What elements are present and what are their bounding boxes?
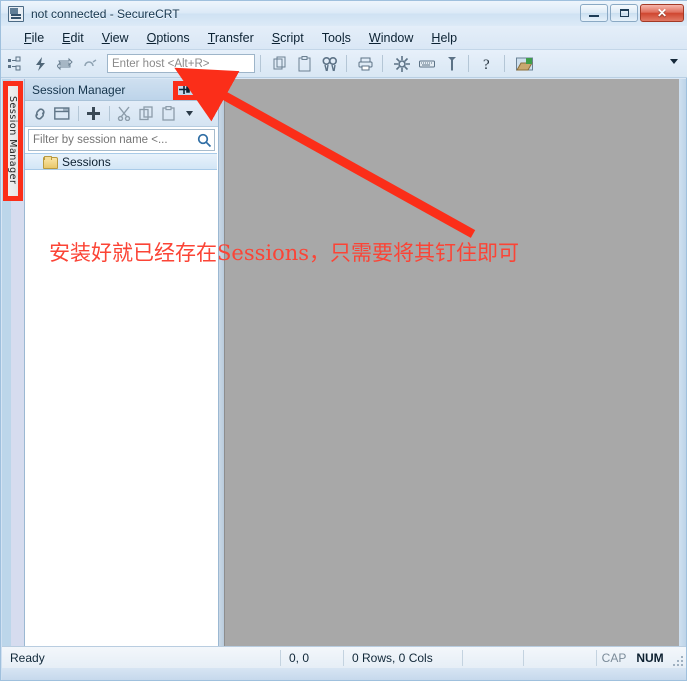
keymap-editor-icon[interactable] xyxy=(416,53,438,75)
status-cursor-position: 0, 0 xyxy=(289,650,310,665)
window-title: not connected - SecureCRT xyxy=(31,6,180,21)
clone-session-icon[interactable] xyxy=(269,53,291,75)
folder-icon xyxy=(43,155,58,169)
window-bottom-edge xyxy=(2,668,686,680)
tree-item-sessions[interactable]: Sessions xyxy=(25,153,217,170)
secure-file-transfer-icon[interactable] xyxy=(513,53,535,75)
search-icon[interactable] xyxy=(194,133,214,148)
cut-icon[interactable] xyxy=(114,104,134,124)
disconnect-icon[interactable] xyxy=(79,53,101,75)
resize-grip[interactable] xyxy=(671,654,683,666)
toolbar-divider xyxy=(260,55,261,72)
host-input[interactable]: Enter host <Alt+R> xyxy=(107,54,255,73)
panel-close-button[interactable] xyxy=(198,82,213,97)
new-session-icon[interactable] xyxy=(83,104,103,124)
status-dimensions: 0 Rows, 0 Cols xyxy=(352,650,433,665)
copy-icon[interactable] xyxy=(136,104,156,124)
session-manager-toolbar xyxy=(25,101,218,127)
session-manager-title: Session Manager xyxy=(32,82,126,97)
menu-help[interactable]: Help xyxy=(422,29,466,47)
key-icon[interactable] xyxy=(441,53,463,75)
session-options-icon[interactable] xyxy=(391,53,413,75)
session-filter-input[interactable] xyxy=(29,134,194,146)
connect-icon[interactable] xyxy=(30,104,50,124)
status-bar: Ready 0, 0 0 Rows, 0 Cols CAP NUM xyxy=(2,646,686,668)
menu-options[interactable]: Options xyxy=(138,29,199,47)
menu-transfer[interactable]: Transfer xyxy=(199,29,263,47)
session-filter-container[interactable] xyxy=(28,129,215,151)
toolbar-overflow-chevron-down-icon[interactable] xyxy=(670,59,678,64)
print-icon[interactable] xyxy=(355,53,377,75)
status-field-5 xyxy=(524,647,596,669)
more-icon[interactable] xyxy=(180,104,200,124)
status-num-indicator: NUM xyxy=(636,650,664,665)
connect-in-new-tab-icon[interactable] xyxy=(52,104,72,124)
maximize-button[interactable] xyxy=(610,4,638,22)
menu-tools[interactable]: Tools xyxy=(313,29,360,47)
menu-bar: File Edit View Options Transfer Script T… xyxy=(1,26,687,50)
toolbar-divider-4 xyxy=(468,55,469,72)
toolbar-divider-3 xyxy=(382,55,383,72)
close-button[interactable]: ✕ xyxy=(640,4,684,22)
pin-icon xyxy=(179,85,190,94)
menu-file[interactable]: File xyxy=(15,29,53,47)
status-ready: Ready xyxy=(10,650,45,665)
status-caps-indicator: CAP xyxy=(601,650,627,665)
sidebar-item-session-manager[interactable]: Session Manager xyxy=(5,83,20,197)
session-manager-header: Session Manager xyxy=(25,79,218,101)
terminal-area[interactable] xyxy=(224,79,681,647)
sm-toolbar-divider xyxy=(78,106,79,121)
quick-connect-icon[interactable] xyxy=(29,53,51,75)
minimize-button[interactable] xyxy=(580,4,608,22)
session-tree: Sessions xyxy=(25,153,218,170)
menu-window[interactable]: Window xyxy=(360,29,422,47)
menu-script[interactable]: Script xyxy=(263,29,313,47)
securecrt-icon xyxy=(8,5,24,22)
paste-icon[interactable] xyxy=(294,53,316,75)
session-manager-panel: Session Manager Filter by session name <… xyxy=(24,79,219,647)
help-icon[interactable]: ? xyxy=(477,53,499,75)
menu-view[interactable]: View xyxy=(93,29,138,47)
svg-text:?: ? xyxy=(483,57,490,72)
terminal-right-edge xyxy=(679,79,686,647)
toolbar-divider-5 xyxy=(504,55,505,72)
status-field-4 xyxy=(463,647,523,669)
sm-toolbar-divider-2 xyxy=(109,106,110,121)
securecrt-window: not connected - SecureCRT ✕ File Edit Vi… xyxy=(0,0,687,681)
reconnect-icon[interactable] xyxy=(54,53,76,75)
close-icon xyxy=(201,85,210,94)
paste-icon[interactable] xyxy=(158,104,178,124)
title-bar: not connected - SecureCRT ✕ xyxy=(1,1,687,26)
toolbar-divider-2 xyxy=(346,55,347,72)
pin-button[interactable] xyxy=(177,82,192,97)
window-controls: ✕ xyxy=(580,4,684,22)
menu-edit[interactable]: Edit xyxy=(53,29,93,47)
sidebar-tab-label: Session Manager xyxy=(7,95,18,185)
main-toolbar: Enter host <Alt+R> ? xyxy=(1,50,687,78)
find-icon[interactable] xyxy=(319,53,341,75)
annotation-note: 安装好就已经存在Sessions，只需要将其钉住即可 xyxy=(49,241,520,265)
tree-item-label: Sessions xyxy=(62,154,111,169)
host-placeholder: Enter host <Alt+R> xyxy=(112,57,210,70)
session-manager-icon[interactable] xyxy=(4,53,26,75)
